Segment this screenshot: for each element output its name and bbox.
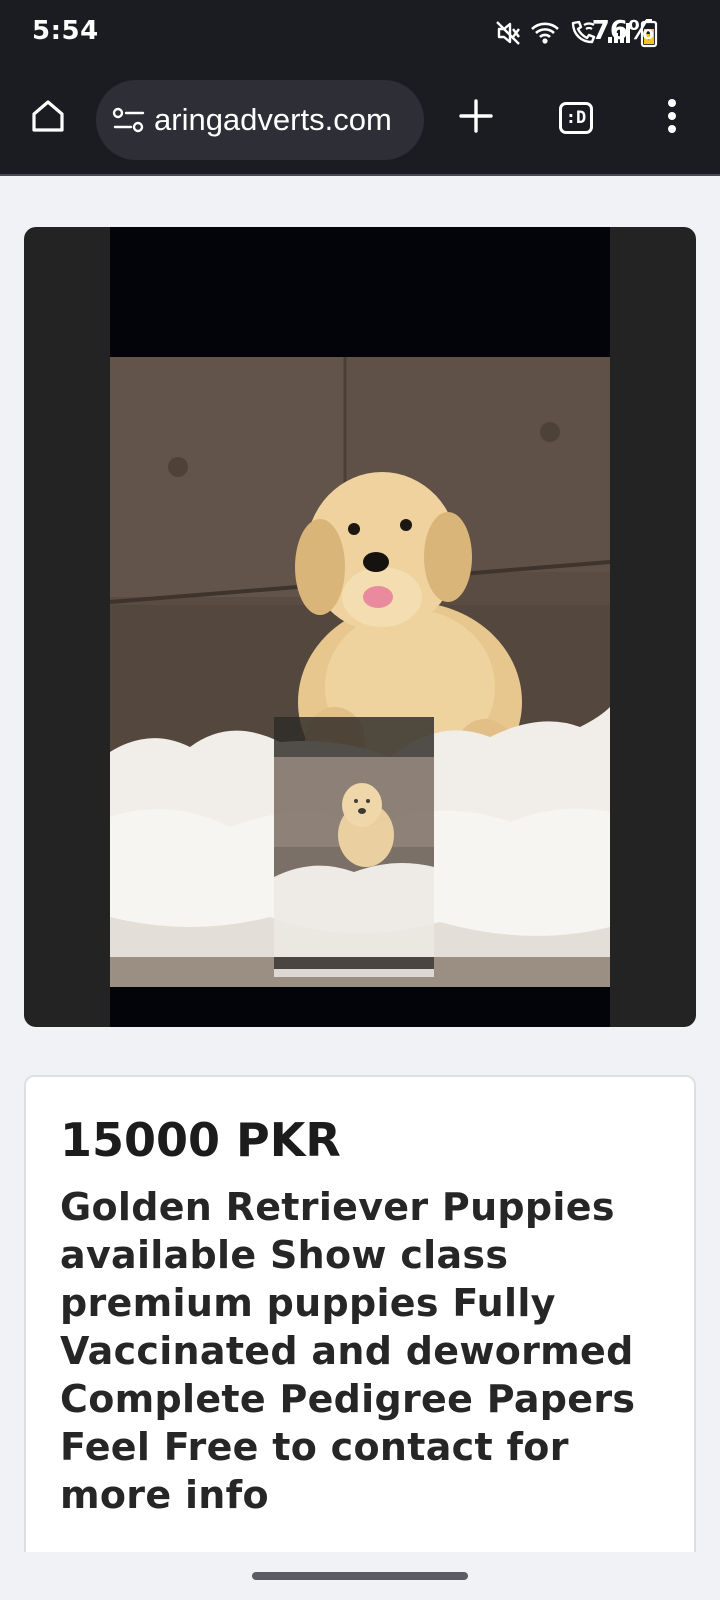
tab-switcher-button[interactable]: :D <box>548 90 604 146</box>
more-options-button[interactable] <box>644 90 700 146</box>
new-tab-button[interactable] <box>448 90 504 146</box>
listing-description: Golden Retriever Puppies available Show … <box>60 1185 636 1517</box>
media-card <box>24 227 696 1027</box>
status-bar: 5:54 76% <box>0 0 720 68</box>
address-bar[interactable]: aringadverts.com <box>96 80 424 160</box>
battery-percentage: 76% <box>591 16 654 46</box>
more-vert-icon <box>666 98 678 138</box>
url-text[interactable]: aringadverts.com <box>154 80 416 160</box>
thumbnail-preview[interactable] <box>274 717 434 977</box>
listing-info-card: 15000 PKR Golden Retriever Puppies avail… <box>24 1075 696 1600</box>
video-player[interactable] <box>110 227 610 1027</box>
plus-icon <box>458 98 494 138</box>
home-icon <box>28 96 68 140</box>
home-button[interactable] <box>20 90 76 146</box>
tab-switcher-icon: :D <box>559 102 593 134</box>
listing-price: 15000 PKR <box>60 1113 341 1167</box>
browser-toolbar: aringadverts.com :D <box>0 68 720 176</box>
mute-icon <box>494 19 522 47</box>
gesture-handle[interactable] <box>252 1572 468 1580</box>
wifi-icon <box>530 20 560 46</box>
status-time: 5:54 <box>32 16 99 46</box>
navigation-area <box>0 1552 720 1600</box>
site-settings-icon[interactable] <box>112 106 146 138</box>
